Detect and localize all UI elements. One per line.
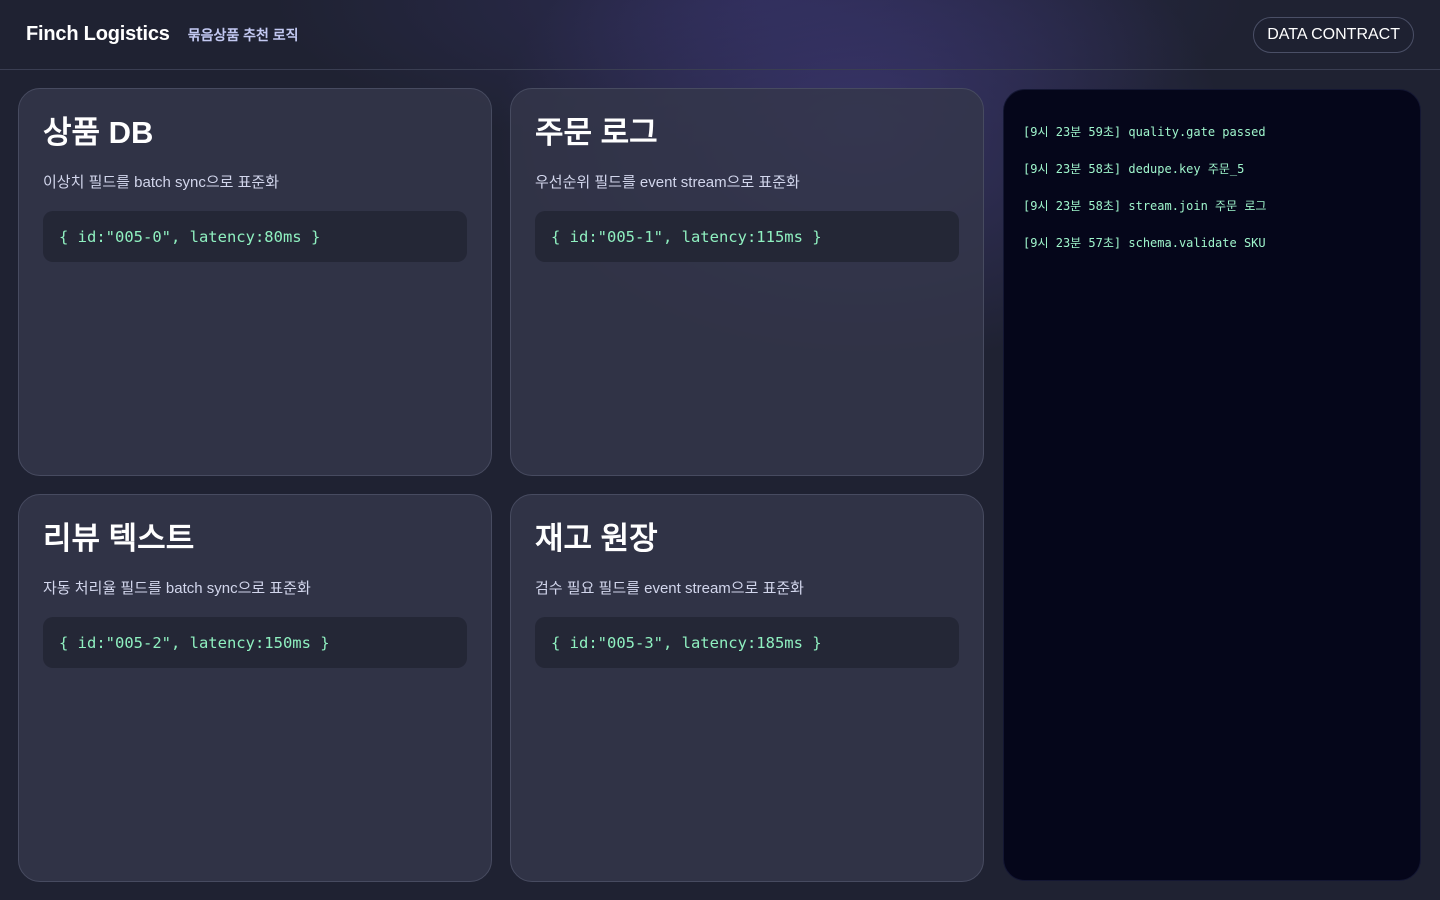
log-line: [9시 23분 57초] schema.validate SKU bbox=[1023, 236, 1266, 250]
card-description: 검수 필요 필드를 event stream으로 표준화 bbox=[535, 580, 804, 597]
data-contract-button[interactable]: DATA CONTRACT bbox=[1253, 17, 1414, 53]
source-card-inventory-ledger[interactable]: 재고 원장 검수 필요 필드를 event stream으로 표준화 { id:… bbox=[510, 494, 984, 882]
card-code-snippet: { id:"005-2", latency:150ms } bbox=[43, 617, 467, 668]
card-code-snippet: { id:"005-3", latency:185ms } bbox=[535, 617, 959, 668]
card-title: 재고 원장 bbox=[535, 521, 658, 556]
card-title: 상품 DB bbox=[43, 115, 154, 150]
source-card-product-db[interactable]: 상품 DB 이상치 필드를 batch sync으로 표준화 { id:"005… bbox=[18, 88, 492, 476]
event-log-panel[interactable]: [9시 23분 59초] quality.gate passed [9시 23분… bbox=[1003, 89, 1421, 881]
card-code-snippet: { id:"005-1", latency:115ms } bbox=[535, 211, 959, 262]
card-title: 주문 로그 bbox=[535, 115, 658, 150]
brand-name: Finch Logistics bbox=[26, 23, 170, 45]
app-header: Finch Logistics 묶음상품 추천 로직 DATA CONTRACT bbox=[0, 0, 1440, 70]
card-description: 자동 처리율 필드를 batch sync으로 표준화 bbox=[43, 580, 311, 597]
card-description: 우선순위 필드를 event stream으로 표준화 bbox=[535, 174, 800, 191]
page-subtitle: 묶음상품 추천 로직 bbox=[187, 26, 299, 43]
log-line: [9시 23분 58초] dedupe.key 주문_5 bbox=[1023, 162, 1245, 176]
source-card-review-text[interactable]: 리뷰 텍스트 자동 처리율 필드를 batch sync으로 표준화 { id:… bbox=[18, 494, 492, 882]
log-line: [9시 23분 59초] quality.gate passed bbox=[1023, 125, 1266, 139]
log-line: [9시 23분 58초] stream.join 주문 로그 bbox=[1023, 199, 1267, 213]
source-card-order-log[interactable]: 주문 로그 우선순위 필드를 event stream으로 표준화 { id:"… bbox=[510, 88, 984, 476]
card-title: 리뷰 텍스트 bbox=[43, 521, 195, 556]
card-description: 이상치 필드를 batch sync으로 표준화 bbox=[43, 174, 280, 191]
card-code-snippet: { id:"005-0", latency:80ms } bbox=[43, 211, 467, 262]
